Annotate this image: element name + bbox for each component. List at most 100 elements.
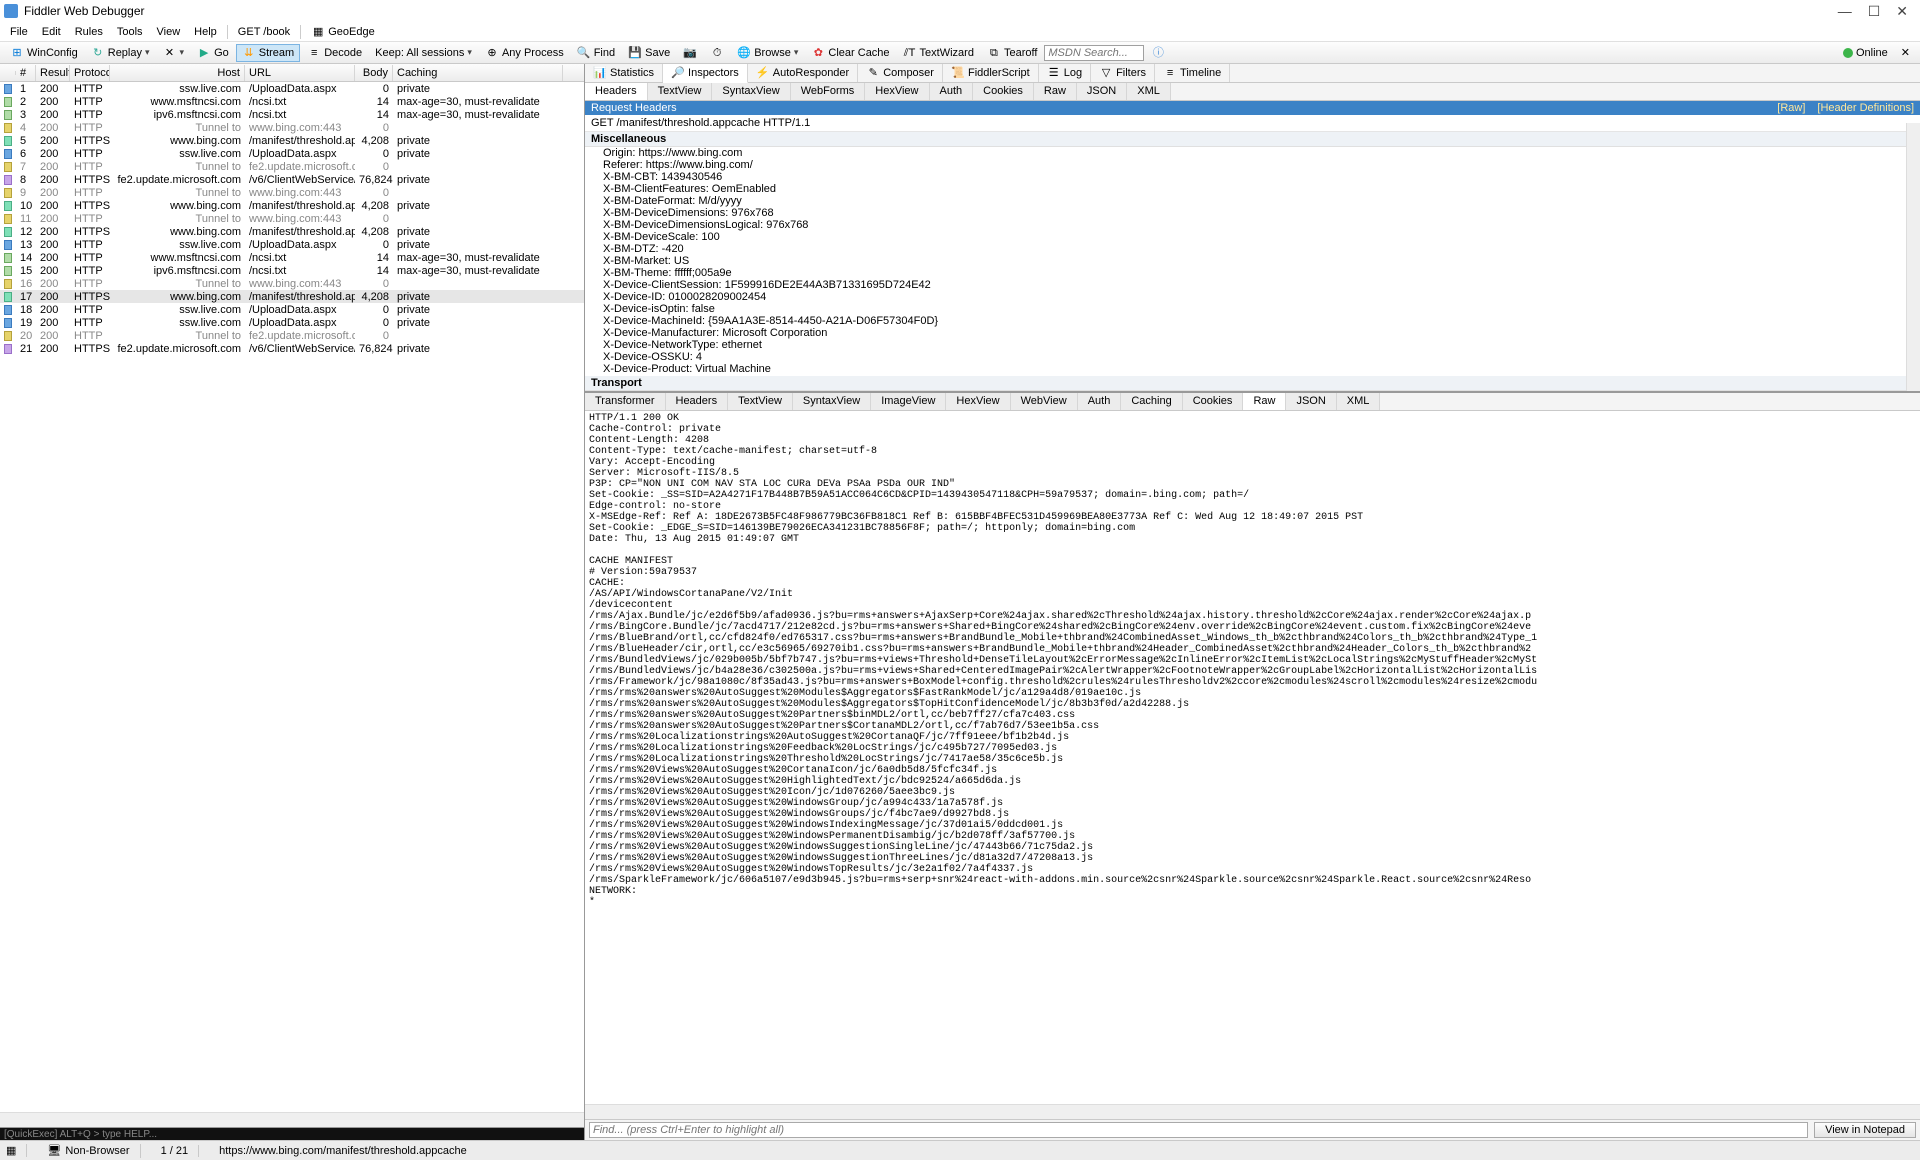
reqtab-textview[interactable]: TextView bbox=[648, 83, 713, 100]
restab-textview[interactable]: TextView bbox=[728, 393, 793, 410]
header-caching[interactable]: Caching bbox=[393, 65, 563, 81]
textwizard-button[interactable]: ⫽TTextWizard bbox=[897, 44, 980, 62]
header-line[interactable]: X-Device-ID: 0100028209002454 bbox=[585, 291, 1920, 303]
header-line[interactable]: X-BM-DeviceDimensions: 976x768 bbox=[585, 207, 1920, 219]
tab-inspectors[interactable]: 🔎Inspectors bbox=[663, 64, 748, 83]
header-result[interactable]: Result bbox=[36, 65, 70, 81]
header-line[interactable]: X-BM-CBT: 1439430546 bbox=[585, 171, 1920, 183]
restab-imageview[interactable]: ImageView bbox=[871, 393, 946, 410]
session-row[interactable]: 21200HTTPSfe2.update.microsoft.com/v6/Cl… bbox=[0, 342, 584, 355]
session-row[interactable]: 20200HTTPTunnel tofe2.update.microsoft.c… bbox=[0, 329, 584, 342]
session-row[interactable]: 18200HTTPssw.live.com/UploadData.aspx0pr… bbox=[0, 303, 584, 316]
session-row[interactable]: 15200HTTPipv6.msftncsi.com/ncsi.txt14max… bbox=[0, 264, 584, 277]
session-row[interactable]: 14200HTTPwww.msftncsi.com/ncsi.txt14max-… bbox=[0, 251, 584, 264]
replay-button[interactable]: ↻Replay▾ bbox=[85, 44, 156, 62]
tab-statistics[interactable]: 📊Statistics bbox=[585, 64, 663, 82]
restab-json[interactable]: JSON bbox=[1286, 393, 1336, 410]
header-line[interactable]: X-Device-MachineId: {59AA1A3E-8514-4450-… bbox=[585, 315, 1920, 327]
tab-fiddlerscript[interactable]: 📜FiddlerScript bbox=[943, 64, 1039, 82]
session-row[interactable]: 10200HTTPSwww.bing.com/manifest/threshol… bbox=[0, 199, 584, 212]
restab-headers[interactable]: Headers bbox=[666, 393, 729, 410]
header-list[interactable]: Origin: https://www.bing.comReferer: htt… bbox=[585, 147, 1920, 376]
restab-raw[interactable]: Raw bbox=[1243, 393, 1286, 410]
session-row[interactable]: 13200HTTPssw.live.com/UploadData.aspx0pr… bbox=[0, 238, 584, 251]
menu-rules[interactable]: Rules bbox=[69, 24, 109, 40]
find-button[interactable]: 🔍Find bbox=[571, 44, 621, 62]
msdn-search[interactable] bbox=[1044, 45, 1144, 61]
reqtab-headers[interactable]: Headers bbox=[585, 83, 648, 100]
browse-button[interactable]: 🌐Browse▾ bbox=[731, 44, 804, 62]
v-scrollbar[interactable] bbox=[1906, 123, 1920, 391]
raw-response[interactable]: HTTP/1.1 200 OK Cache-Control: private C… bbox=[585, 411, 1920, 1104]
tab-log[interactable]: ☰Log bbox=[1039, 64, 1091, 82]
find-input[interactable] bbox=[589, 1122, 1808, 1138]
session-row[interactable]: 4200HTTPTunnel towww.bing.com:4430 bbox=[0, 121, 584, 134]
help-button[interactable]: ⓘ bbox=[1145, 44, 1171, 62]
menu-edit[interactable]: Edit bbox=[36, 24, 67, 40]
tab-timeline[interactable]: ≡Timeline bbox=[1155, 64, 1230, 82]
go-button[interactable]: ▶Go bbox=[191, 44, 235, 62]
header-line[interactable]: Origin: https://www.bing.com bbox=[585, 147, 1920, 159]
session-row[interactable]: 1200HTTPssw.live.com/UploadData.aspx0pri… bbox=[0, 82, 584, 95]
save-button[interactable]: 💾Save bbox=[622, 44, 676, 62]
restab-webview[interactable]: WebView bbox=[1011, 393, 1078, 410]
clearcache-button[interactable]: ✿Clear Cache bbox=[805, 44, 895, 62]
tab-composer[interactable]: ✎Composer bbox=[858, 64, 943, 82]
header-host[interactable]: Host bbox=[110, 65, 245, 81]
remove-button[interactable]: ✕▾ bbox=[157, 44, 191, 62]
restab-cookies[interactable]: Cookies bbox=[1183, 393, 1244, 410]
header-line[interactable]: X-BM-Market: US bbox=[585, 255, 1920, 267]
h-scrollbar[interactable] bbox=[0, 1112, 584, 1127]
link-raw[interactable]: [Raw] bbox=[1777, 102, 1805, 114]
header-line[interactable]: X-BM-Theme: ffffff;005a9e bbox=[585, 267, 1920, 279]
anyprocess-button[interactable]: ⊕Any Process bbox=[479, 44, 570, 62]
header-line[interactable]: Referer: https://www.bing.com/ bbox=[585, 159, 1920, 171]
decode-button[interactable]: ≡Decode bbox=[301, 44, 368, 62]
restab-xml[interactable]: XML bbox=[1337, 393, 1381, 410]
header-line[interactable]: X-BM-DeviceScale: 100 bbox=[585, 231, 1920, 243]
header-protocol[interactable]: Protocol bbox=[70, 65, 110, 81]
header-line[interactable]: X-BM-ClientFeatures: OemEnabled bbox=[585, 183, 1920, 195]
view-notepad-button[interactable]: View in Notepad bbox=[1814, 1122, 1916, 1138]
session-row[interactable]: 19200HTTPssw.live.com/UploadData.aspx0pr… bbox=[0, 316, 584, 329]
menu-geoedge[interactable]: ▦ GeoEdge bbox=[305, 23, 381, 41]
restab-auth[interactable]: Auth bbox=[1078, 393, 1122, 410]
minimize-button[interactable]: — bbox=[1838, 3, 1852, 20]
restab-syntaxview[interactable]: SyntaxView bbox=[793, 393, 871, 410]
session-row[interactable]: 3200HTTPipv6.msftncsi.com/ncsi.txt14max-… bbox=[0, 108, 584, 121]
header-line[interactable]: X-Device-ClientSession: 1F599916DE2E44A3… bbox=[585, 279, 1920, 291]
header-line[interactable]: X-BM-DateFormat: M/d/yyyy bbox=[585, 195, 1920, 207]
header-line[interactable]: X-Device-isOptin: false bbox=[585, 303, 1920, 315]
winconfig-button[interactable]: ⊞WinConfig bbox=[4, 44, 84, 62]
header-line[interactable]: X-Device-OSSKU: 4 bbox=[585, 351, 1920, 363]
tab-autoresponder[interactable]: ⚡AutoResponder bbox=[748, 64, 858, 82]
menu-file[interactable]: File bbox=[4, 24, 34, 40]
session-row[interactable]: 17200HTTPSwww.bing.com/manifest/threshol… bbox=[0, 290, 584, 303]
header-line[interactable]: X-Device-Product: Virtual Machine bbox=[585, 363, 1920, 375]
keep-button[interactable]: Keep: All sessions ▾ bbox=[369, 45, 478, 61]
session-row[interactable]: 2200HTTPwww.msftncsi.com/ncsi.txt14max-a… bbox=[0, 95, 584, 108]
capture-indicator[interactable]: ▦ bbox=[6, 1144, 27, 1157]
tearoff-button[interactable]: ⧉Tearoff bbox=[981, 44, 1043, 62]
raw-h-scrollbar[interactable] bbox=[585, 1104, 1920, 1119]
link-header-defs[interactable]: [Header Definitions] bbox=[1817, 102, 1914, 114]
header-line[interactable]: X-Device-Manufacturer: Microsoft Corpora… bbox=[585, 327, 1920, 339]
menu-tools[interactable]: Tools bbox=[111, 24, 149, 40]
session-row[interactable]: 8200HTTPSfe2.update.microsoft.com/v6/Cli… bbox=[0, 173, 584, 186]
header-num[interactable]: # bbox=[16, 65, 36, 81]
tab-filters[interactable]: ▽Filters bbox=[1091, 64, 1155, 82]
maximize-button[interactable]: ☐ bbox=[1868, 3, 1881, 20]
reqtab-webforms[interactable]: WebForms bbox=[791, 83, 866, 100]
menu-help[interactable]: Help bbox=[188, 24, 223, 40]
restab-caching[interactable]: Caching bbox=[1121, 393, 1182, 410]
session-row[interactable]: 9200HTTPTunnel towww.bing.com:4430 bbox=[0, 186, 584, 199]
header-body[interactable]: Body bbox=[355, 65, 393, 81]
header-url[interactable]: URL bbox=[245, 65, 355, 81]
screenshot-button[interactable]: 📷 bbox=[677, 44, 703, 62]
header-line[interactable]: X-BM-DTZ: -420 bbox=[585, 243, 1920, 255]
close-toolbar-button[interactable]: ✕ bbox=[1895, 44, 1916, 61]
menu-view[interactable]: View bbox=[151, 24, 187, 40]
timer-button[interactable]: ⏱ bbox=[704, 44, 730, 62]
menu-getbook[interactable]: GET /book bbox=[232, 24, 296, 40]
session-row[interactable]: 11200HTTPTunnel towww.bing.com:4430 bbox=[0, 212, 584, 225]
